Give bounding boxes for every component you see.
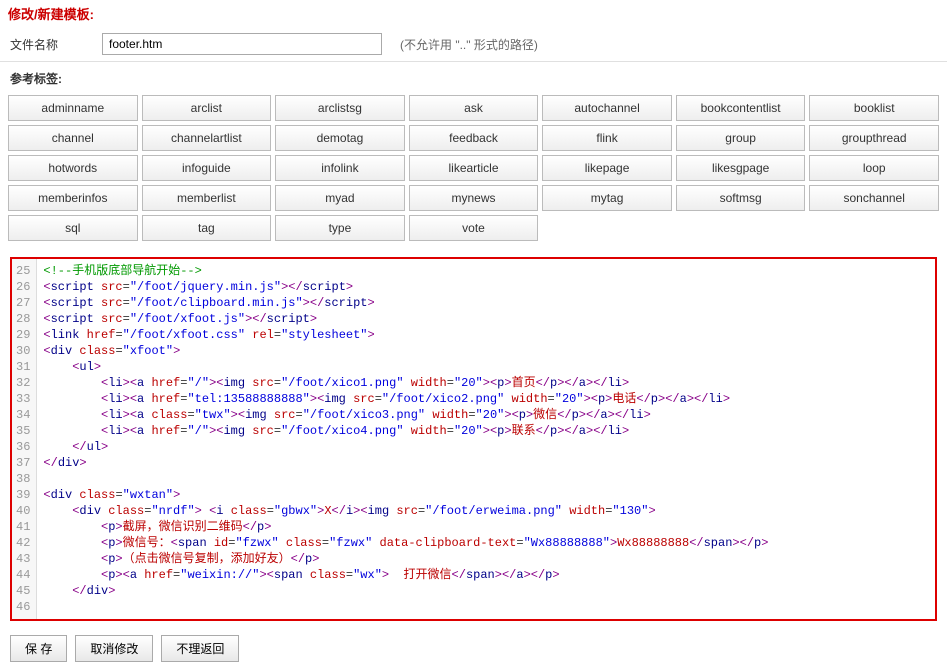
tag-likearticle[interactable]: likearticle (409, 155, 539, 181)
tag-sql[interactable]: sql (8, 215, 138, 241)
tag-memberinfos[interactable]: memberinfos (8, 185, 138, 211)
tag-infoguide[interactable]: infoguide (142, 155, 272, 181)
tag-hotwords[interactable]: hotwords (8, 155, 138, 181)
tag-autochannel[interactable]: autochannel (542, 95, 672, 121)
code-editor-wrap: 2526272829303132333435363738394041424344… (10, 257, 937, 621)
tag-grid: adminnamearclistarclistsgaskautochannelb… (0, 91, 947, 251)
tag-ask[interactable]: ask (409, 95, 539, 121)
filename-hint: (不允许用 ".." 形式的路径) (400, 36, 538, 53)
tag-booklist[interactable]: booklist (809, 95, 939, 121)
tag-likepage[interactable]: likepage (542, 155, 672, 181)
tag-myad[interactable]: myad (275, 185, 405, 211)
tag-type[interactable]: type (275, 215, 405, 241)
cancel-button[interactable]: 取消修改 (75, 635, 153, 662)
code-editor[interactable]: 2526272829303132333435363738394041424344… (12, 259, 935, 619)
page-title: 修改/新建模板: (0, 0, 947, 27)
tag-demotag[interactable]: demotag (275, 125, 405, 151)
tag-arclistsg[interactable]: arclistsg (275, 95, 405, 121)
tag-sonchannel[interactable]: sonchannel (809, 185, 939, 211)
tag-channel[interactable]: channel (8, 125, 138, 151)
tag-mynews[interactable]: mynews (409, 185, 539, 211)
tag-bookcontentlist[interactable]: bookcontentlist (676, 95, 806, 121)
tag-flink[interactable]: flink (542, 125, 672, 151)
filename-input[interactable] (102, 33, 382, 55)
editor-gutter: 2526272829303132333435363738394041424344… (12, 259, 37, 619)
filename-row: 文件名称 (不允许用 ".." 形式的路径) (0, 27, 947, 62)
footer-buttons: 保 存 取消修改 不理返回 (0, 627, 947, 670)
back-button[interactable]: 不理返回 (161, 635, 239, 662)
tag-adminname[interactable]: adminname (8, 95, 138, 121)
tag-feedback[interactable]: feedback (409, 125, 539, 151)
tag-arclist[interactable]: arclist (142, 95, 272, 121)
tag-softmsg[interactable]: softmsg (676, 185, 806, 211)
tag-channelartlist[interactable]: channelartlist (142, 125, 272, 151)
tag-groupthread[interactable]: groupthread (809, 125, 939, 151)
tag-group[interactable]: group (676, 125, 806, 151)
tag-tag[interactable]: tag (142, 215, 272, 241)
tag-loop[interactable]: loop (809, 155, 939, 181)
tags-section-label: 参考标签: (0, 62, 947, 91)
tag-vote[interactable]: vote (409, 215, 539, 241)
filename-label: 文件名称 (10, 36, 90, 53)
tag-infolink[interactable]: infolink (275, 155, 405, 181)
editor-code[interactable]: <!--手机版底部导航开始--><script src="/foot/jquer… (37, 259, 935, 619)
save-button[interactable]: 保 存 (10, 635, 67, 662)
tag-memberlist[interactable]: memberlist (142, 185, 272, 211)
tag-mytag[interactable]: mytag (542, 185, 672, 211)
tag-likesgpage[interactable]: likesgpage (676, 155, 806, 181)
